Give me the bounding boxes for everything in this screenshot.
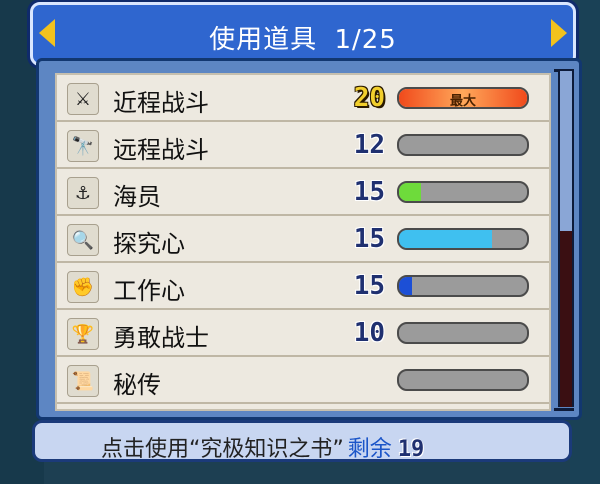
arrow-right-icon[interactable] [551, 19, 567, 47]
fist-icon: ✊ [67, 271, 99, 303]
stat-value: 15 [353, 271, 385, 301]
footer-instruction: 点击使用“究极知识之书” [101, 437, 344, 462]
scrollbar[interactable] [558, 71, 574, 407]
stat-bar-fill [399, 277, 412, 295]
stat-bar [397, 181, 529, 203]
stat-value: 15 [353, 224, 385, 254]
use-item-button[interactable]: 点击使用“究极知识之书” 剩余 19 [32, 420, 572, 462]
stat-label: 海员 [113, 183, 161, 211]
title-bar: 使用道具 1/25 [30, 2, 576, 66]
stat-row[interactable]: 🔭 远程战斗 12 [57, 122, 549, 169]
stat-row[interactable]: 🏆 勇敢战士 10 [57, 310, 549, 357]
page-indicator: 1/25 [334, 25, 397, 55]
stat-row[interactable]: ✊ 工作心 15 [57, 263, 549, 310]
stat-label: 勇敢战士 [113, 324, 209, 352]
stat-bar-fill [399, 183, 421, 201]
title-text: 使用道具 [209, 25, 318, 55]
stats-panel: ⚔ 近程战斗 20 最大 🔭 远程战斗 12 ⚓ 海员 15 🔍 探究心 15 ✊ 工作心 15 🏆 勇敢战士 10… [36, 58, 582, 420]
stat-bar: 最大 [397, 87, 529, 109]
footer-text-wrap: 点击使用“究极知识之书” 剩余 19 [101, 431, 424, 463]
stat-value: 20 [353, 83, 385, 113]
max-label: 最大 [449, 94, 476, 109]
remaining-count: 19 [397, 437, 425, 462]
stat-bar-fill [399, 230, 493, 248]
stat-label: 近程战斗 [113, 89, 209, 117]
stat-row[interactable]: ⚔ 近程战斗 20 最大 [57, 75, 549, 122]
stat-label: 秘传 [113, 371, 161, 399]
scroll-icon: 📜 [67, 365, 99, 397]
trophy-icon: 🏆 [67, 318, 99, 350]
stat-bar [397, 322, 529, 344]
stat-bar [397, 369, 529, 391]
stat-row[interactable]: 📜 秘传 [57, 357, 549, 404]
stat-label: 探究心 [113, 230, 185, 258]
scrollbar-bottom-cap [554, 408, 574, 411]
stat-row[interactable]: ⚓ 海员 15 [57, 169, 549, 216]
stat-list[interactable]: ⚔ 近程战斗 20 最大 🔭 远程战斗 12 ⚓ 海员 15 🔍 探究心 15 ✊ 工作心 15 🏆 勇敢战士 10… [55, 73, 551, 411]
stat-value: 15 [353, 177, 385, 207]
stat-row[interactable]: 🔍 探究心 15 [57, 216, 549, 263]
anchor-icon: ⚓ [67, 177, 99, 209]
scrollbar-thumb[interactable] [560, 231, 572, 407]
stat-label: 远程战斗 [113, 136, 209, 164]
remaining-label: 剩余 [347, 437, 392, 462]
stat-value: 12 [353, 130, 385, 160]
stat-bar [397, 228, 529, 250]
sword-icon: ⚔ [67, 83, 99, 115]
stat-bar [397, 275, 529, 297]
page-title: 使用道具 1/25 [33, 19, 573, 56]
stat-value: 10 [353, 318, 385, 348]
stat-label: 工作心 [113, 277, 185, 305]
stat-bar [397, 134, 529, 156]
telescope-icon: 🔭 [67, 130, 99, 162]
magnifier-icon: 🔍 [67, 224, 99, 256]
